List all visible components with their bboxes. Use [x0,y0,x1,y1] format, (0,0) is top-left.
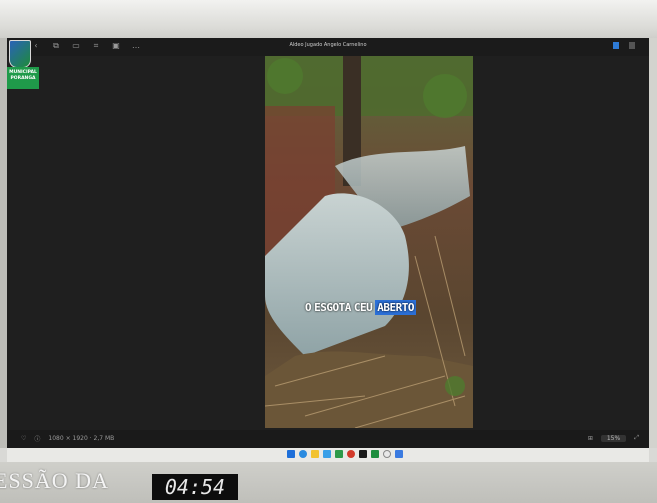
viewer-toolbar: ‹ ⧉ ▭ ⌗ ▣ … Aldeo Jugado Angelo Carnelin… [7,38,649,56]
app-icon-7[interactable] [359,450,367,458]
session-label: ESSÃO DA [0,468,109,493]
video-scene [265,56,473,428]
viewer-title: Aldeo Jugado Angelo Carnelino [289,42,367,48]
caption-word-1: O [305,301,312,314]
photos-icon[interactable] [395,450,403,458]
logo-text: MUNICIPAL PORANGA [7,67,39,89]
heart-icon[interactable]: ♡ [21,435,26,442]
caption-word-2: ESGOTA [314,301,351,314]
fullscreen-icon[interactable]: ⤢ [634,434,639,442]
app-icon-5[interactable] [335,450,343,458]
frame-right [649,38,657,448]
excel-icon[interactable] [371,450,379,458]
municipal-logo: MUNICIPAL PORANGA [7,40,39,96]
monitor-screen: ‹ ⧉ ▭ ⌗ ▣ … Aldeo Jugado Angelo Carnelin… [7,38,649,448]
video-frame[interactable]: O ESGOTA CEU ABERTO [265,56,473,428]
store-icon[interactable] [323,450,331,458]
zoom-level[interactable]: 15% [600,434,627,442]
wall-background [0,0,657,38]
share-icon[interactable] [613,42,619,49]
timer-display: 04:54 [152,474,238,500]
options-icon[interactable] [629,42,635,49]
viewer-statusbar: ♡ ⓘ 1080 × 1920 · 2,7 MB ⊞ 15% ⤢ [7,430,649,448]
caption-word-highlight: ABERTO [375,300,416,315]
shield-icon [9,40,31,68]
chrome-icon[interactable] [347,450,355,458]
start-icon[interactable] [287,450,295,458]
frame-left [0,38,7,448]
app-icon-9[interactable] [383,450,391,458]
taskbar [7,448,649,462]
info-icon[interactable]: ⓘ [34,434,40,443]
file-info: 1080 × 1920 · 2,7 MB [48,435,115,442]
edge-icon[interactable] [299,450,307,458]
explorer-icon[interactable] [311,450,319,458]
fit-icon[interactable]: ⊞ [588,435,593,442]
caption-word-3: CEU [353,301,373,314]
video-caption: O ESGOTA CEU ABERTO [305,300,416,315]
